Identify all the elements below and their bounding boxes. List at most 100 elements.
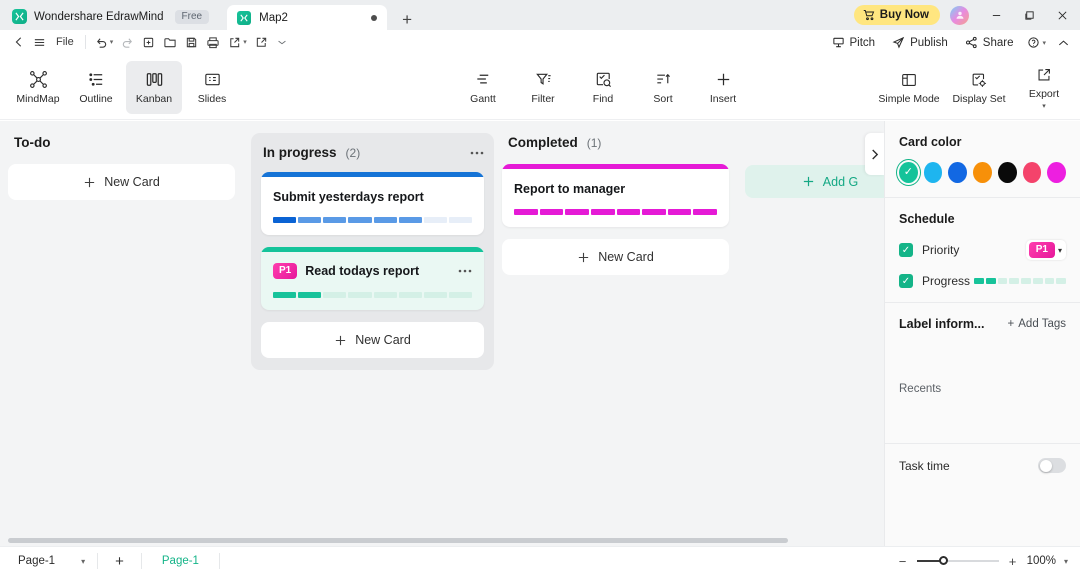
- card-more-button[interactable]: [458, 269, 472, 273]
- add-page-button[interactable]: +: [106, 553, 133, 570]
- share-button[interactable]: Share: [958, 32, 1021, 53]
- new-tab-button[interactable]: +: [396, 11, 418, 28]
- zoom-out-button[interactable]: −: [897, 554, 909, 569]
- mindmap-icon: [29, 70, 48, 89]
- save-button[interactable]: [181, 32, 202, 53]
- export-share-button[interactable]: ▾: [224, 32, 251, 53]
- priority-checkbox[interactable]: ✓: [899, 243, 913, 257]
- progress-segment: [693, 209, 717, 215]
- card-color-swatches: ✓: [899, 162, 1067, 183]
- open-folder-button[interactable]: [159, 32, 181, 53]
- new-card-button[interactable]: New Card: [502, 239, 729, 275]
- chevron-down-icon[interactable]: ▾: [1042, 102, 1046, 110]
- zoom-percent-label[interactable]: 100%: [1027, 555, 1056, 567]
- redo-button[interactable]: [117, 32, 138, 53]
- progress-segment: [1032, 278, 1043, 284]
- display-set-button[interactable]: Display Set: [946, 61, 1012, 114]
- file-menu-button[interactable]: File: [50, 32, 80, 53]
- chevron-down-icon[interactable]: ▾: [1064, 557, 1068, 566]
- page-tab-page-1[interactable]: Page-1: [150, 555, 211, 567]
- scrollbar-thumb[interactable]: [8, 538, 788, 543]
- card-progress-bar[interactable]: [273, 217, 472, 223]
- simple-mode-button[interactable]: Simple Mode: [876, 61, 942, 114]
- buy-now-button[interactable]: Buy Now: [853, 5, 940, 25]
- filter-button[interactable]: Filter: [515, 61, 571, 114]
- view-slides-label: Slides: [197, 92, 227, 105]
- document-tab-map2[interactable]: Map2: [227, 5, 388, 30]
- print-button[interactable]: [202, 32, 224, 53]
- find-button[interactable]: Find: [575, 61, 631, 114]
- document-tab-label: Map2: [259, 11, 288, 24]
- view-slides-button[interactable]: Slides: [184, 61, 240, 114]
- close-button[interactable]: [1047, 0, 1078, 30]
- more-commands-button[interactable]: [272, 32, 293, 53]
- kanban-card[interactable]: P1 Read todays report: [261, 247, 484, 310]
- card-title-row: P1 Read todays report: [273, 263, 472, 279]
- add-group-button[interactable]: Add G: [745, 165, 884, 198]
- color-swatch[interactable]: [973, 162, 992, 183]
- progress-segments[interactable]: [974, 278, 1066, 284]
- board-horizontal-scrollbar[interactable]: [0, 536, 884, 546]
- progress-segment: [565, 209, 589, 215]
- card-body: P1 Read todays report: [261, 252, 484, 310]
- zoom-slider-knob[interactable]: [938, 556, 948, 565]
- gantt-button[interactable]: Gantt: [455, 61, 511, 114]
- app-brand: Wondershare EdrawMind Free: [0, 9, 219, 30]
- page-selector-dropdown[interactable]: Page-1 ▾: [14, 553, 89, 569]
- task-time-label: Task time: [899, 458, 950, 473]
- chevron-down-icon: ▾: [109, 39, 114, 46]
- progress-segment: [323, 292, 347, 298]
- color-swatch[interactable]: [997, 162, 1017, 183]
- back-button[interactable]: [8, 32, 29, 53]
- maximize-button[interactable]: [1014, 0, 1045, 30]
- chevron-down-icon: ▾: [243, 39, 247, 46]
- column-title: In progress: [263, 145, 337, 160]
- import-button[interactable]: [251, 32, 272, 53]
- pitch-button[interactable]: Pitch: [825, 32, 883, 53]
- priority-dropdown[interactable]: P1 ▾: [1025, 240, 1066, 260]
- collapse-ribbon-button[interactable]: [1053, 32, 1074, 53]
- column-count: (1): [586, 135, 602, 150]
- new-document-button[interactable]: [138, 32, 159, 53]
- card-title: Read todays report: [305, 264, 420, 278]
- color-swatch[interactable]: [1047, 162, 1067, 183]
- board-next-button[interactable]: [865, 133, 884, 175]
- column-more-button[interactable]: [470, 151, 484, 155]
- plus-icon: [334, 334, 347, 347]
- undo-button[interactable]: ▾: [91, 32, 118, 53]
- progress-segment: [642, 209, 666, 215]
- view-mindmap-button[interactable]: MindMap: [10, 61, 66, 114]
- add-tags-button[interactable]: + Add Tags: [1008, 318, 1066, 330]
- column-header: Completed (1): [502, 133, 729, 164]
- main-menu-button[interactable]: [29, 32, 50, 53]
- color-swatch[interactable]: [948, 162, 968, 183]
- user-avatar[interactable]: [950, 5, 969, 25]
- kanban-card[interactable]: Report to manager: [502, 164, 729, 227]
- view-mindmap-label: MindMap: [16, 92, 60, 105]
- progress-checkbox[interactable]: ✓: [899, 274, 913, 288]
- kanban-card[interactable]: Submit yesterdays report: [261, 172, 484, 235]
- new-card-button[interactable]: New Card: [8, 164, 235, 200]
- color-swatch[interactable]: ✓: [899, 162, 918, 183]
- card-progress-bar[interactable]: [514, 209, 717, 215]
- help-button[interactable]: ▾: [1023, 32, 1050, 53]
- view-outline-button[interactable]: Outline: [68, 61, 124, 114]
- zoom-in-button[interactable]: +: [1007, 554, 1019, 569]
- progress-segment: [667, 209, 692, 215]
- page-selector-label: Page-1: [18, 555, 56, 567]
- zoom-slider-fill: [916, 560, 942, 562]
- insert-button[interactable]: Insert: [695, 61, 751, 114]
- progress-segment: [273, 217, 297, 223]
- zoom-slider[interactable]: [916, 556, 999, 565]
- color-swatch[interactable]: [1022, 162, 1042, 183]
- display-settings-icon: [970, 71, 988, 89]
- sort-button[interactable]: Sort: [635, 61, 691, 114]
- publish-button[interactable]: Publish: [885, 32, 955, 53]
- view-kanban-button[interactable]: Kanban: [126, 60, 182, 114]
- color-swatch[interactable]: [923, 162, 943, 183]
- export-button[interactable]: Export ▾: [1016, 61, 1072, 114]
- new-card-button[interactable]: New Card: [261, 322, 484, 358]
- minimize-button[interactable]: [981, 0, 1012, 30]
- card-progress-bar[interactable]: [273, 292, 472, 298]
- task-time-toggle[interactable]: [1038, 458, 1066, 473]
